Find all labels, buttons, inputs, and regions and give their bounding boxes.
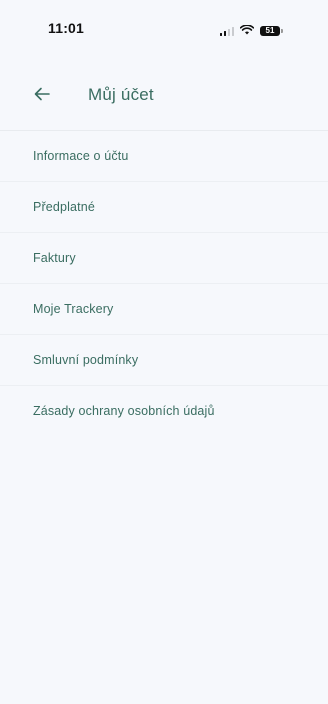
page-title: Můj účet [88,85,154,104]
signal-icon [219,26,234,36]
status-bar: 11:01 51 [0,0,328,52]
menu-item-privacy-policy[interactable]: Zásady ochrany osobních údajů [0,386,328,436]
menu-item-invoices[interactable]: Faktury [0,233,328,284]
menu-item-terms[interactable]: Smluvní podmínky [0,335,328,386]
menu-item-my-trackers[interactable]: Moje Trackery [0,284,328,335]
arrow-left-icon [34,87,50,101]
wifi-icon [239,22,255,40]
menu-item-account-info[interactable]: Informace o účtu [0,131,328,182]
menu-item-label: Předplatné [33,200,95,214]
menu-item-label: Zásady ochrany osobních údajů [33,404,215,418]
back-button[interactable] [30,82,54,106]
status-time: 11:01 [48,20,85,36]
menu-item-label: Smluvní podmínky [33,353,139,367]
menu-list: Informace o účtu Předplatné Faktury Moje… [0,131,328,436]
status-icons: 51 [219,22,283,40]
menu-item-subscription[interactable]: Předplatné [0,182,328,233]
menu-item-label: Informace o účtu [33,149,129,163]
battery-icon: 51 [260,26,283,36]
menu-item-label: Moje Trackery [33,302,114,316]
menu-item-label: Faktury [33,251,76,265]
header: Můj účet [0,68,328,124]
